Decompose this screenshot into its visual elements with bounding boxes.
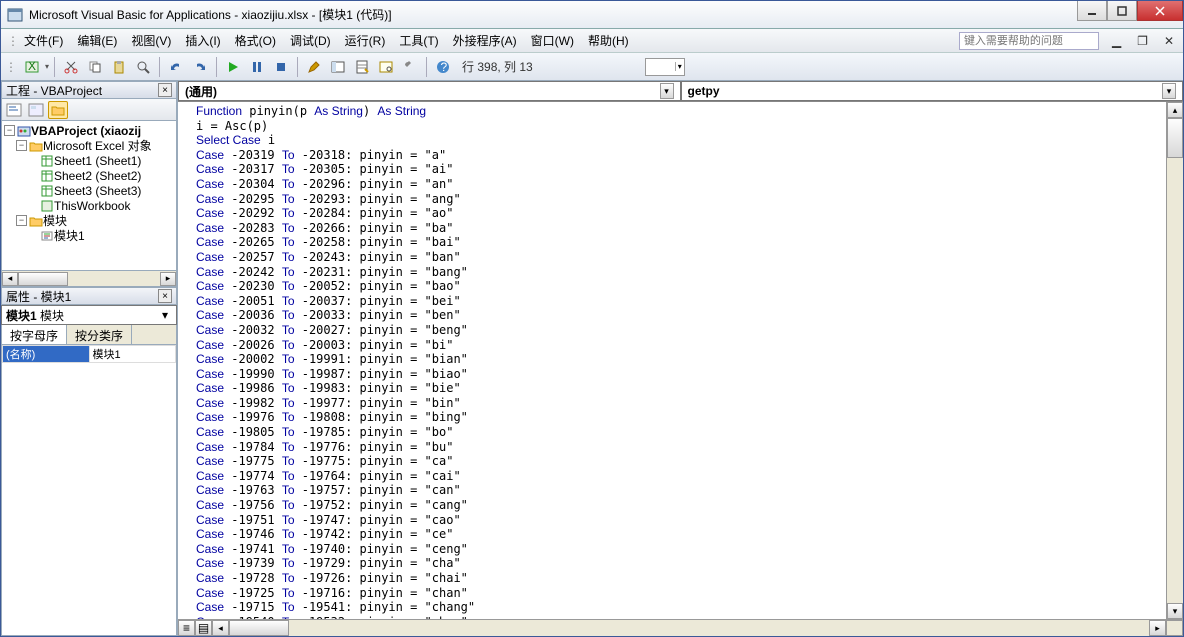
module-icon [40, 230, 54, 242]
properties-pane-title: 属性 - 模块1 × [1, 287, 177, 305]
project-pane-close-button[interactable]: × [158, 83, 172, 97]
object-combo-value: (通用) [185, 83, 217, 100]
properties-object-type: 模块 [40, 307, 64, 324]
code-hscrollbar[interactable]: ≡ ▤ ◂▸ [178, 619, 1183, 636]
menu-window[interactable]: 窗口(W) [524, 30, 581, 51]
project-pane-toolbar [1, 99, 177, 121]
properties-window-button[interactable] [351, 56, 373, 78]
procedure-combo[interactable]: getpy ▾ [681, 81, 1184, 101]
tree-vbaproject[interactable]: VBAProject (xiaozij [31, 124, 141, 138]
undo-button[interactable] [165, 56, 187, 78]
tree-excel-objects[interactable]: Microsoft Excel 对象 [43, 137, 152, 154]
code-editor[interactable]: Function pinyin(p As String) As String i… [178, 102, 1166, 619]
procedure-view-button[interactable]: ≡ [178, 620, 195, 636]
code-vscrollbar[interactable]: ▴▾ [1166, 102, 1183, 619]
cursor-position-label: 行 398, 列 13 [462, 58, 533, 75]
menu-format[interactable]: 格式(O) [228, 30, 283, 51]
paste-button[interactable] [108, 56, 130, 78]
vbaproject-icon [17, 125, 31, 137]
menu-insert[interactable]: 插入(I) [178, 30, 227, 51]
svg-text:?: ? [441, 60, 448, 74]
svg-text:X: X [28, 59, 36, 73]
object-combo[interactable]: (通用) ▾ [178, 81, 681, 101]
menu-edit[interactable]: 编辑(E) [70, 30, 124, 51]
workbook-icon [40, 200, 54, 212]
properties-pane-title-text: 属性 - 模块1 [6, 288, 71, 305]
run-button[interactable] [222, 56, 244, 78]
prop-name-key: (名称) [3, 346, 90, 363]
tab-categorized[interactable]: 按分类序 [67, 325, 132, 344]
tree-sheet3[interactable]: Sheet3 (Sheet3) [54, 184, 141, 198]
mdi-close-button[interactable]: ✕ [1161, 34, 1177, 48]
menu-tools[interactable]: 工具(T) [392, 30, 445, 51]
sheet-icon [40, 170, 54, 182]
project-hscrollbar[interactable]: ◂▸ [1, 271, 177, 287]
copy-button[interactable] [84, 56, 106, 78]
view-object-button[interactable] [26, 101, 46, 119]
folder-icon [29, 215, 43, 227]
properties-pane-close-button[interactable]: × [158, 289, 172, 303]
app-icon [7, 7, 23, 23]
menu-debug[interactable]: 调试(D) [283, 30, 338, 51]
help-search-input[interactable] [959, 32, 1099, 50]
tree-thisworkbook[interactable]: ThisWorkbook [54, 199, 130, 213]
properties-object-name: 模块1 [6, 307, 37, 324]
mdi-restore-button[interactable]: ❐ [1134, 34, 1151, 48]
sheet-icon [40, 185, 54, 197]
mdi-minimize-button[interactable]: ▁ [1109, 34, 1124, 48]
maximize-button[interactable] [1107, 1, 1137, 21]
redo-button[interactable] [189, 56, 211, 78]
procedure-combo-value: getpy [688, 84, 720, 98]
tree-module1[interactable]: 模块1 [54, 227, 85, 244]
project-explorer-button[interactable] [327, 56, 349, 78]
menu-view[interactable]: 视图(V) [124, 30, 178, 51]
menu-help[interactable]: 帮助(H) [581, 30, 636, 51]
toolbox-button[interactable] [399, 56, 421, 78]
close-button[interactable] [1137, 1, 1183, 21]
standard-toolbar: ⋮ X ▾ ? 行 398, 列 13 ▾ [1, 53, 1183, 81]
reset-button[interactable] [270, 56, 292, 78]
project-pane-title: 工程 - VBAProject × [1, 81, 177, 99]
properties-grid[interactable]: (名称) 模块1 [1, 345, 177, 636]
menu-run[interactable]: 运行(R) [338, 30, 393, 51]
sheet-icon [40, 155, 54, 167]
project-tree[interactable]: −VBAProject (xiaozij −Microsoft Excel 对象… [1, 121, 177, 271]
tab-alphabetic[interactable]: 按字母序 [2, 325, 67, 344]
break-button[interactable] [246, 56, 268, 78]
help-button[interactable]: ? [432, 56, 454, 78]
full-module-view-button[interactable]: ▤ [195, 620, 212, 636]
window-title: Microsoft Visual Basic for Applications … [29, 6, 1077, 23]
title-bar: Microsoft Visual Basic for Applications … [1, 1, 1183, 29]
minimize-button[interactable] [1077, 1, 1107, 21]
project-pane-title-text: 工程 - VBAProject [6, 82, 102, 99]
view-code-button[interactable] [4, 101, 24, 119]
menu-addins[interactable]: 外接程序(A) [446, 30, 524, 51]
prop-name-value[interactable]: 模块1 [89, 346, 176, 363]
object-browser-button[interactable] [375, 56, 397, 78]
properties-object-combo[interactable]: 模块1 模块 ▾ [1, 305, 177, 325]
toggle-folders-button[interactable] [48, 101, 68, 119]
folder-icon [29, 140, 43, 152]
tree-sheet2[interactable]: Sheet2 (Sheet2) [54, 169, 141, 183]
menu-file[interactable]: 文件(F) [17, 30, 70, 51]
toolbar-combo[interactable]: ▾ [645, 58, 685, 76]
design-mode-button[interactable] [303, 56, 325, 78]
cut-button[interactable] [60, 56, 82, 78]
tree-sheet1[interactable]: Sheet1 (Sheet1) [54, 154, 141, 168]
find-button[interactable] [132, 56, 154, 78]
chevron-down-icon: ▾ [1162, 83, 1176, 99]
chevron-down-icon: ▾ [660, 83, 674, 99]
menu-bar: ⋮ 文件(F) 编辑(E) 视图(V) 插入(I) 格式(O) 调试(D) 运行… [1, 29, 1183, 53]
view-excel-button[interactable]: X [21, 56, 43, 78]
